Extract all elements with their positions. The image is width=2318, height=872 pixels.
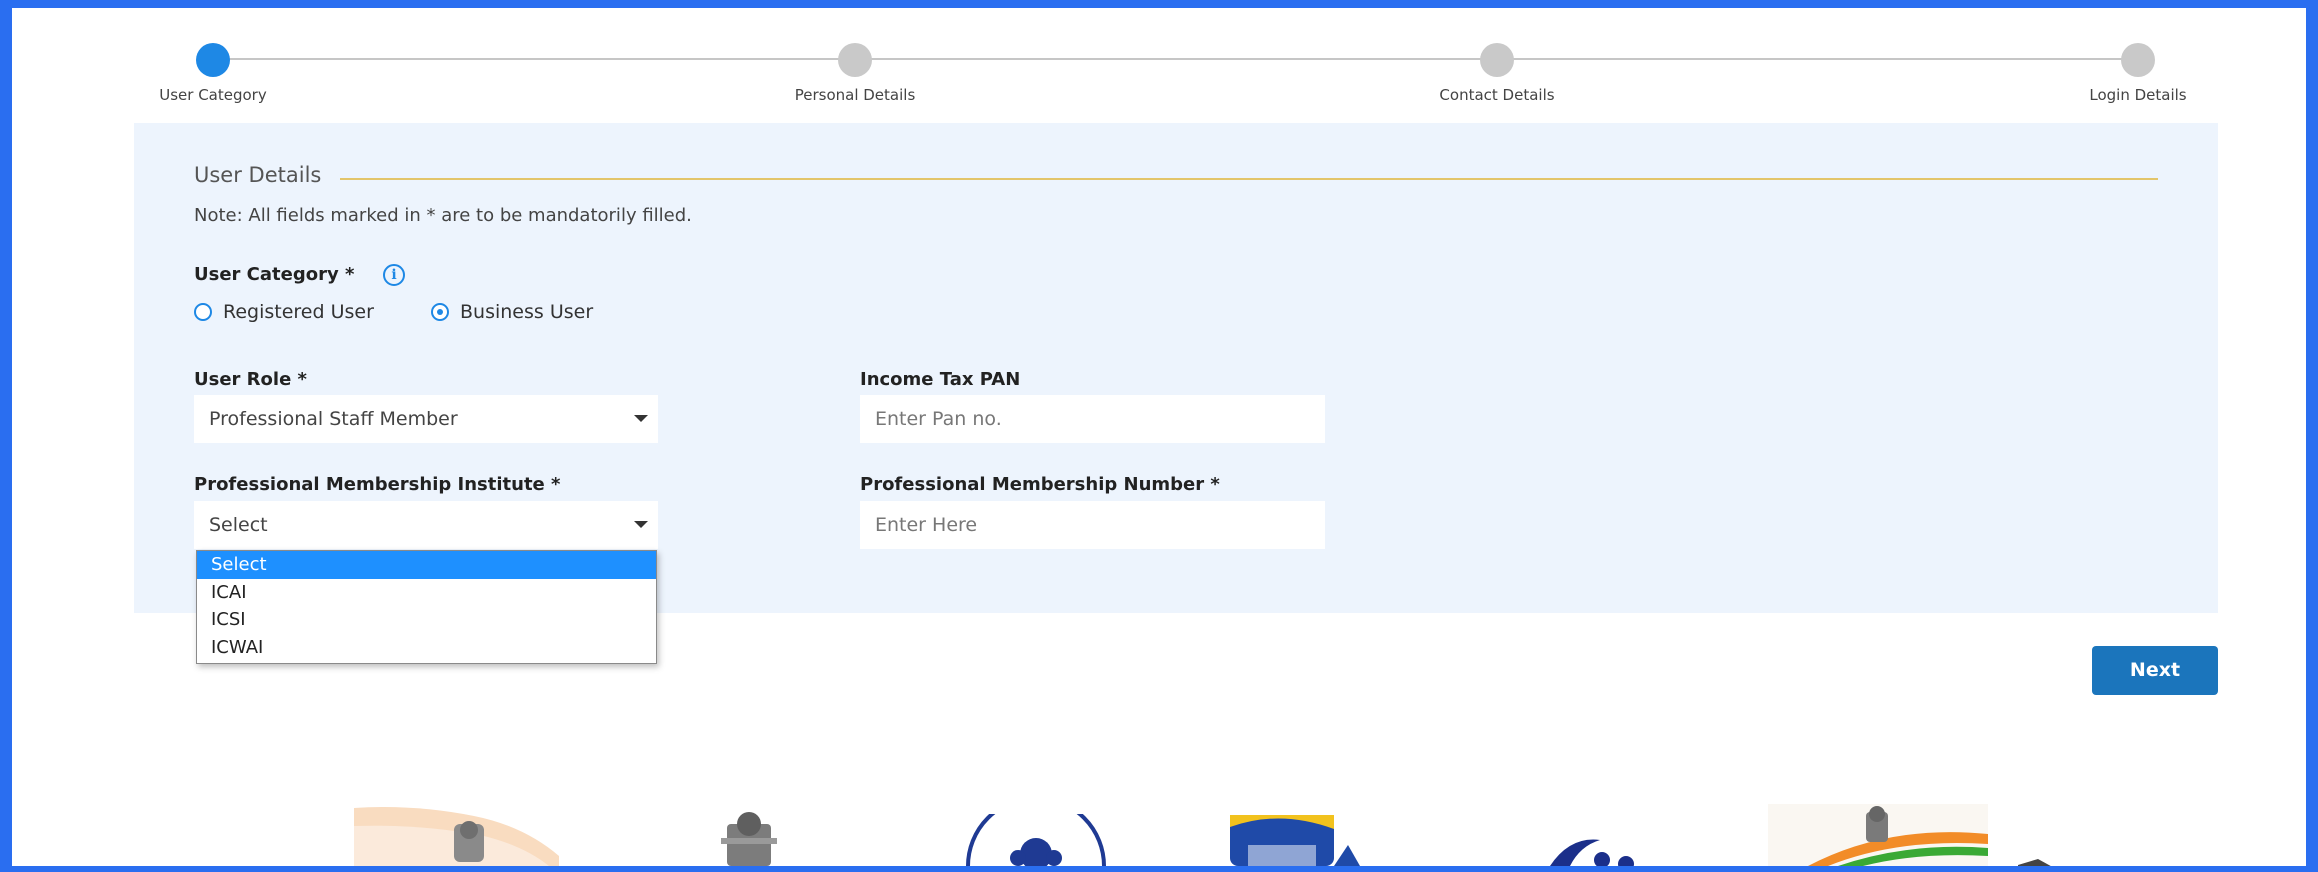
dropdown-option[interactable]: Select (197, 551, 656, 579)
pan-placeholder: Enter Pan no. (875, 408, 1002, 430)
dropdown-option[interactable]: ICAI (197, 579, 656, 607)
user-role-label: User Role * (194, 369, 307, 390)
radio-button[interactable] (194, 303, 212, 321)
partial-logo (2018, 855, 2058, 866)
iica-logo (1230, 815, 1360, 866)
step-contact-details: Contact Details (1377, 43, 1617, 104)
income-tax-pan-label: Income Tax PAN (860, 369, 1021, 390)
step-user-category: User Category (93, 43, 333, 104)
radio-button-checked[interactable] (431, 303, 449, 321)
step-login-details: Login Details (2018, 43, 2258, 104)
membership-institute-value: Select (209, 514, 268, 536)
step-label: User Category (159, 86, 267, 104)
caret-down-icon (634, 415, 648, 422)
dropdown-option[interactable]: ICSI (197, 606, 656, 634)
membership-number-placeholder: Enter Here (875, 514, 978, 536)
section-title: User Details (194, 163, 336, 187)
radio-label: Business User (460, 301, 594, 323)
user-role-select[interactable]: Professional Staff Member (194, 395, 658, 443)
radio-business-user[interactable]: Business User (431, 301, 593, 323)
radio-label: Registered User (223, 301, 374, 323)
step-label: Personal Details (794, 86, 916, 104)
info-icon[interactable]: i (383, 264, 405, 286)
tricolor-logo (1768, 804, 1988, 866)
membership-institute-select[interactable]: Select (194, 501, 658, 549)
step-personal-details: Personal Details (735, 43, 975, 104)
mandatory-note: Note: All fields marked in * are to be m… (194, 205, 692, 226)
section-divider (340, 178, 2158, 180)
iepf-logo (958, 814, 1114, 866)
step-label: Contact Details (1439, 86, 1555, 104)
flag-logo (354, 806, 559, 866)
dropdown-option[interactable]: ICWAI (197, 634, 656, 662)
step-label: Login Details (2089, 86, 2187, 104)
step-dot-active (196, 43, 230, 77)
emblem-logo (713, 810, 785, 866)
membership-number-input[interactable]: Enter Here (860, 501, 1325, 549)
user-category-label: User Category * (194, 264, 355, 285)
caret-down-icon (634, 521, 648, 528)
step-dot (838, 43, 872, 77)
step-dot (2121, 43, 2155, 77)
user-role-value: Professional Staff Member (209, 408, 458, 430)
pan-input[interactable]: Enter Pan no. (860, 395, 1325, 443)
membership-institute-dropdown: Select ICAI ICSI ICWAI (196, 550, 657, 664)
step-dot (1480, 43, 1514, 77)
stepper-line (213, 58, 2138, 60)
swirl-logo (1540, 836, 1640, 866)
next-button[interactable]: Next (2092, 646, 2218, 695)
membership-institute-label: Professional Membership Institute * (194, 474, 561, 495)
radio-registered-user[interactable]: Registered User (194, 301, 374, 323)
membership-number-label: Professional Membership Number * (860, 474, 1220, 495)
